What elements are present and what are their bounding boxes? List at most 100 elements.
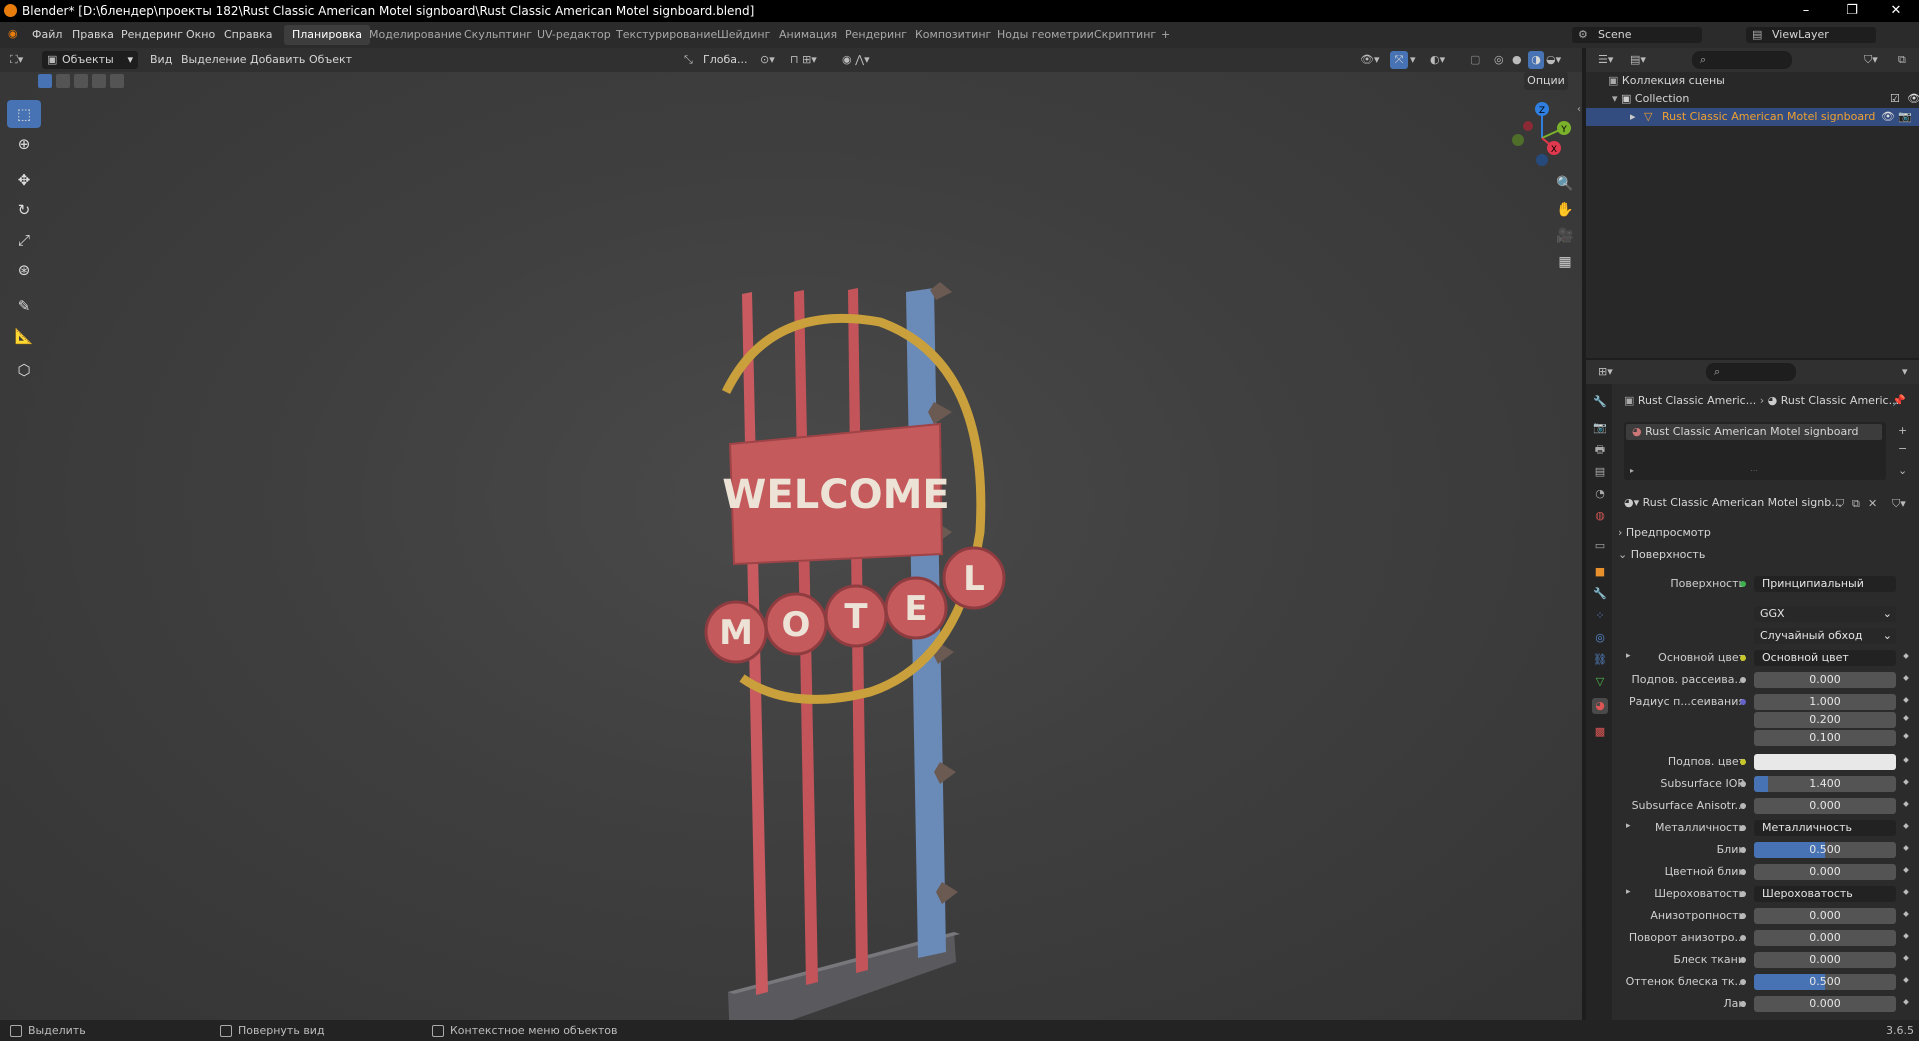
data-tab-icon[interactable]: ▽ [1592,674,1608,690]
chevron-down-icon[interactable]: ▾ [1902,363,1908,381]
tab-animation[interactable]: Анимация [771,25,845,45]
number-field[interactable]: 0.500 [1754,974,1896,990]
view-layer-selector[interactable]: ▤ ViewLayer [1746,27,1876,43]
keyframe-icon[interactable] [1903,999,1909,1005]
keyframe-icon[interactable] [1903,867,1909,873]
world-tab-icon[interactable]: ◍ [1592,508,1608,524]
measure-tool-icon[interactable]: 📐 [7,322,41,350]
tab-texture-paint[interactable]: Текстурирование [608,25,725,45]
keyframe-icon[interactable] [1903,733,1909,739]
color-field[interactable] [1754,754,1896,770]
annotate-tool-icon[interactable]: ✎ [7,292,41,320]
number-field[interactable]: 0.000 [1754,930,1896,946]
linked-input-field[interactable]: Шероховатость [1754,886,1896,902]
number-field[interactable]: 1.000 [1754,694,1896,710]
scene-selector[interactable]: ⚙ Scene [1572,27,1702,43]
distribution-dropdown[interactable]: GGX ⌄ [1754,606,1896,622]
socket-icon[interactable] [1740,677,1746,683]
object-tab-icon[interactable]: ■ [1592,564,1608,580]
editor-type-icon[interactable]: ⊞▾ [1598,363,1613,381]
gizmo-neg-z[interactable] [1536,154,1548,166]
socket-icon[interactable] [1740,913,1746,919]
motel-sign-model[interactable]: WELCOME M O T E L [690,192,1030,1020]
number-field[interactable]: 0.000 [1754,798,1896,814]
socket-icon[interactable] [1740,759,1746,765]
remove-slot-icon[interactable]: − [1898,442,1907,455]
socket-icon[interactable] [1740,869,1746,875]
socket-icon[interactable] [1740,957,1746,963]
keyframe-icon[interactable] [1903,653,1909,659]
eye-icon[interactable]: 👁 [1907,90,1919,108]
keyframe-icon[interactable] [1903,911,1909,917]
linked-input-field[interactable]: Основной цвет [1754,650,1896,666]
cursor-tool-icon[interactable]: ⊕ [7,130,41,158]
resize-handle-icon[interactable]: ⋯ [1750,466,1758,475]
socket-icon[interactable] [1740,699,1746,705]
keyframe-icon[interactable] [1903,697,1909,703]
particles-tab-icon[interactable]: ⁘ [1592,608,1608,624]
browse-material-icon[interactable]: ◕▾ [1624,496,1643,509]
menu-select[interactable]: Выделение [181,51,247,69]
number-field[interactable]: 0.000 [1754,908,1896,924]
physics-tab-icon[interactable]: ◎ [1592,630,1608,646]
socket-icon[interactable] [1740,803,1746,809]
expand-arrow-icon[interactable]: ▸ [1626,821,1631,831]
tab-uv-editing[interactable]: UV-редактор [529,25,619,45]
menu-object[interactable]: Объект [309,51,352,69]
menu-file[interactable]: Файл [32,28,62,41]
maximize-button[interactable]: ❐ [1829,0,1875,22]
subsurface-method-dropdown[interactable]: Случайный обход ⌄ [1754,628,1896,644]
overlays-icon[interactable]: ◐▾ [1430,51,1445,69]
number-field[interactable]: 1.400 [1754,776,1896,792]
tab-sculpting[interactable]: Скульптинг [456,25,540,45]
chevron-down-icon[interactable]: ▾ [1410,51,1416,69]
perspective-grid-icon[interactable]: ▦ [1552,250,1578,274]
socket-icon[interactable] [1740,655,1746,661]
keyframe-icon[interactable] [1903,715,1909,721]
view-layer-tab-icon[interactable]: ▤ [1592,464,1608,480]
expand-arrow-icon[interactable]: ▸ [1626,887,1631,897]
select-box-tool-icon[interactable]: ⬚ [7,100,41,128]
constraints-tab-icon[interactable]: ⛓ [1592,652,1608,668]
unlink-material-icon[interactable]: ✕ [1868,497,1877,510]
tab-compositing[interactable]: Композитинг [907,25,999,45]
duplicate-material-icon[interactable]: ⧉ [1852,497,1860,511]
socket-icon[interactable] [1740,825,1746,831]
orientation-dropdown[interactable]: Глоба... [703,51,747,69]
keyframe-icon[interactable] [1903,757,1909,763]
rendered-shading-icon[interactable]: ◒▾ [1546,51,1561,69]
solid-shading-icon[interactable]: ● [1512,51,1522,69]
tool-tab-icon[interactable]: 🔧 [1592,394,1608,410]
checkbox-icon[interactable]: ☑ [1890,90,1900,108]
number-field[interactable]: 0.000 [1754,952,1896,968]
texture-tab-icon[interactable]: ▩ [1592,724,1608,740]
add-slot-icon[interactable]: + [1898,424,1907,437]
minimize-button[interactable]: – [1783,0,1829,22]
menu-help[interactable]: Справка [224,28,272,41]
proportional-edit-icon[interactable]: ◉ ⋀▾ [842,51,870,69]
collection-row[interactable]: ▾ ▣ Collection ☑ 👁 📷 [1612,90,1919,108]
scale-tool-icon[interactable]: ⤢ [7,226,41,254]
preview-section-header[interactable]: › Предпросмотр [1618,526,1913,544]
navigation-gizmo[interactable]: Z Y X [1500,96,1580,176]
gizmo-neg-x[interactable] [1523,121,1533,131]
menu-add[interactable]: Добавить [250,51,305,69]
expand-arrow-icon[interactable]: ▸ [1630,108,1636,126]
keyframe-icon[interactable] [1903,955,1909,961]
xray-icon[interactable]: ▢ [1470,51,1480,69]
properties-search-input[interactable]: ⌕ [1706,363,1796,381]
options-dropdown[interactable]: Опции [1524,72,1568,90]
socket-icon[interactable] [1740,891,1746,897]
gizmo-neg-y[interactable] [1512,134,1524,146]
surface-section-header[interactable]: ⌄ Поверхность [1618,548,1913,566]
modifiers-tab-icon[interactable]: 🔧 [1592,586,1608,602]
gizmo-toggle-icon[interactable]: ⤧ [1390,51,1408,69]
number-field[interactable]: 0.000 [1754,864,1896,880]
tab-modeling[interactable]: Моделирование [361,25,470,45]
surface-shader-field[interactable]: Принципиальный BSDF [1754,576,1896,592]
collection-tab-icon[interactable]: ▭ [1592,538,1608,554]
mode-dropdown[interactable]: ▣ Объекты ▾ [42,51,138,69]
keyframe-icon[interactable] [1903,823,1909,829]
pin-icon[interactable]: 📌 [1892,394,1906,407]
menu-render[interactable]: Рендеринг [121,28,183,41]
